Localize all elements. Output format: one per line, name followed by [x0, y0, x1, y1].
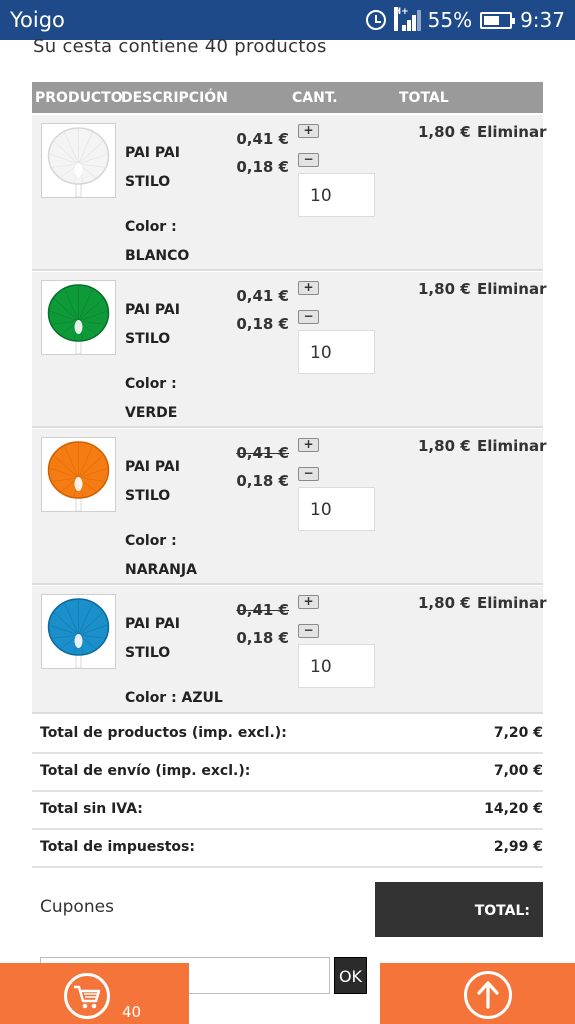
product-color-label: Color :	[125, 219, 177, 235]
battery-icon	[480, 11, 516, 29]
discount-price: 0,18 €	[236, 472, 289, 490]
original-price: 0,41 €	[236, 444, 289, 462]
discount-price: 0,18 €	[236, 315, 289, 333]
original-price: 0,41 €	[236, 287, 289, 305]
totals-line: Total sin IVA: 14,20 €	[32, 792, 543, 830]
totals-value: 2,99 €	[493, 839, 543, 855]
header-total: TOTAL	[399, 90, 449, 106]
product-name-line1[interactable]: PAI PAI	[125, 616, 180, 632]
product-color-value: NARANJA	[125, 562, 197, 578]
totals-line: Total de envío (imp. excl.): 7,00 €	[32, 754, 543, 792]
quantity-input[interactable]: 10	[298, 487, 375, 531]
remove-item-link[interactable]: Eliminar	[477, 437, 547, 455]
original-price: 0,41 €	[236, 601, 289, 619]
product-color-label: Color : AZUL	[125, 690, 223, 706]
totals-value: 7,20 €	[493, 725, 543, 741]
decrease-quantity-button[interactable]: −	[298, 153, 319, 167]
remove-item-link[interactable]: Eliminar	[477, 594, 547, 612]
scroll-top-button[interactable]	[380, 963, 575, 1024]
increase-quantity-button[interactable]: +	[298, 595, 319, 609]
coupon-ok-button[interactable]: OK	[334, 957, 367, 994]
product-color-label: Color :	[125, 533, 177, 549]
cart-item-row: PAI PAI STILO Color : VERDE 0,41 € 0,18 € + − 10…	[32, 272, 547, 428]
quantity-input[interactable]: 10	[298, 330, 375, 374]
quantity-input[interactable]: 10	[298, 644, 375, 688]
status-icons: H+ 55% 9:37	[365, 7, 565, 32]
discount-price: 0,18 €	[236, 629, 289, 647]
row-total: 1,80 €	[418, 280, 471, 298]
total-box: TOTAL:	[375, 882, 543, 937]
table-header: PRODUCTO DESCRIPCIÓN CANT. TOTAL	[32, 82, 543, 113]
network-type: H+	[393, 7, 409, 31]
clock: 9:37	[520, 8, 565, 32]
signal-icon: H+	[393, 7, 421, 31]
orange-fan-image[interactable]	[41, 437, 116, 512]
product-name-line1[interactable]: PAI PAI	[125, 302, 180, 318]
increase-quantity-button[interactable]: +	[298, 438, 319, 452]
cart-screen: Yoigo H+ 55% 9:37 Su cesta contiene 40 p…	[0, 0, 575, 1024]
totals-label: Total de envío (imp. excl.):	[40, 763, 251, 779]
coupons-label: Cupones	[40, 897, 114, 917]
totals-value: 7,00 €	[493, 763, 543, 779]
quantity-input[interactable]: 10	[298, 173, 375, 217]
totals-label: Total de impuestos:	[40, 839, 195, 855]
header-description: DESCRIPCIÓN	[121, 90, 228, 106]
battery-percent: 55%	[427, 8, 473, 32]
shopping-cart-icon	[64, 973, 110, 1019]
header-quantity: CANT.	[292, 90, 338, 106]
cart-count-badge: 40	[122, 1003, 142, 1021]
product-color-value: VERDE	[125, 405, 178, 421]
row-total: 1,80 €	[418, 437, 471, 455]
cart-item-row: PAI PAI STILO Color : BLANCO 0,41 € 0,18 € + − 1…	[32, 115, 547, 271]
remove-item-link[interactable]: Eliminar	[477, 123, 547, 141]
cart-item-row: PAI PAI STILO Color : NARANJA 0,41 € 0,18 € + −…	[32, 429, 547, 585]
cart-summary: Su cesta contiene 40 productos	[33, 36, 327, 57]
decrease-quantity-button[interactable]: −	[298, 310, 319, 324]
row-total: 1,80 €	[418, 123, 471, 141]
product-name-line2[interactable]: STILO	[125, 488, 170, 504]
remove-item-link[interactable]: Eliminar	[477, 280, 547, 298]
cart-tab-button[interactable]: 40	[0, 963, 189, 1024]
totals-value: 14,20 €	[484, 801, 543, 817]
product-name-line2[interactable]: STILO	[125, 174, 170, 190]
decrease-quantity-button[interactable]: −	[298, 467, 319, 481]
product-color-value: BLANCO	[125, 248, 190, 264]
decrease-quantity-button[interactable]: −	[298, 624, 319, 638]
totals-line: Total de productos (imp. excl.): 7,20 €	[32, 716, 543, 754]
white-fan-image[interactable]	[41, 123, 116, 198]
cart-item-row: PAI PAI STILO Color : AZUL 0,41 € 0,18 € + − 10…	[32, 586, 547, 714]
status-bar: Yoigo H+ 55% 9:37	[0, 0, 575, 40]
arrow-up-icon	[464, 971, 512, 1019]
carrier-name: Yoigo	[10, 8, 65, 32]
blue-fan-image[interactable]	[41, 594, 116, 669]
increase-quantity-button[interactable]: +	[298, 281, 319, 295]
alarm-icon	[365, 10, 386, 30]
product-name-line1[interactable]: PAI PAI	[125, 145, 180, 161]
total-box-label: TOTAL:	[474, 903, 530, 919]
totals-label: Total de productos (imp. excl.):	[40, 725, 287, 741]
product-name-line2[interactable]: STILO	[125, 645, 170, 661]
totals-label: Total sin IVA:	[40, 801, 143, 817]
discount-price: 0,18 €	[236, 158, 289, 176]
product-name-line2[interactable]: STILO	[125, 331, 170, 347]
product-name-line1[interactable]: PAI PAI	[125, 459, 180, 475]
green-fan-image[interactable]	[41, 280, 116, 355]
header-product: PRODUCTO	[35, 90, 123, 106]
row-total: 1,80 €	[418, 594, 471, 612]
original-price: 0,41 €	[236, 130, 289, 148]
totals-line: Total de impuestos: 2,99 €	[32, 830, 543, 868]
product-color-label: Color :	[125, 376, 177, 392]
increase-quantity-button[interactable]: +	[298, 124, 319, 138]
